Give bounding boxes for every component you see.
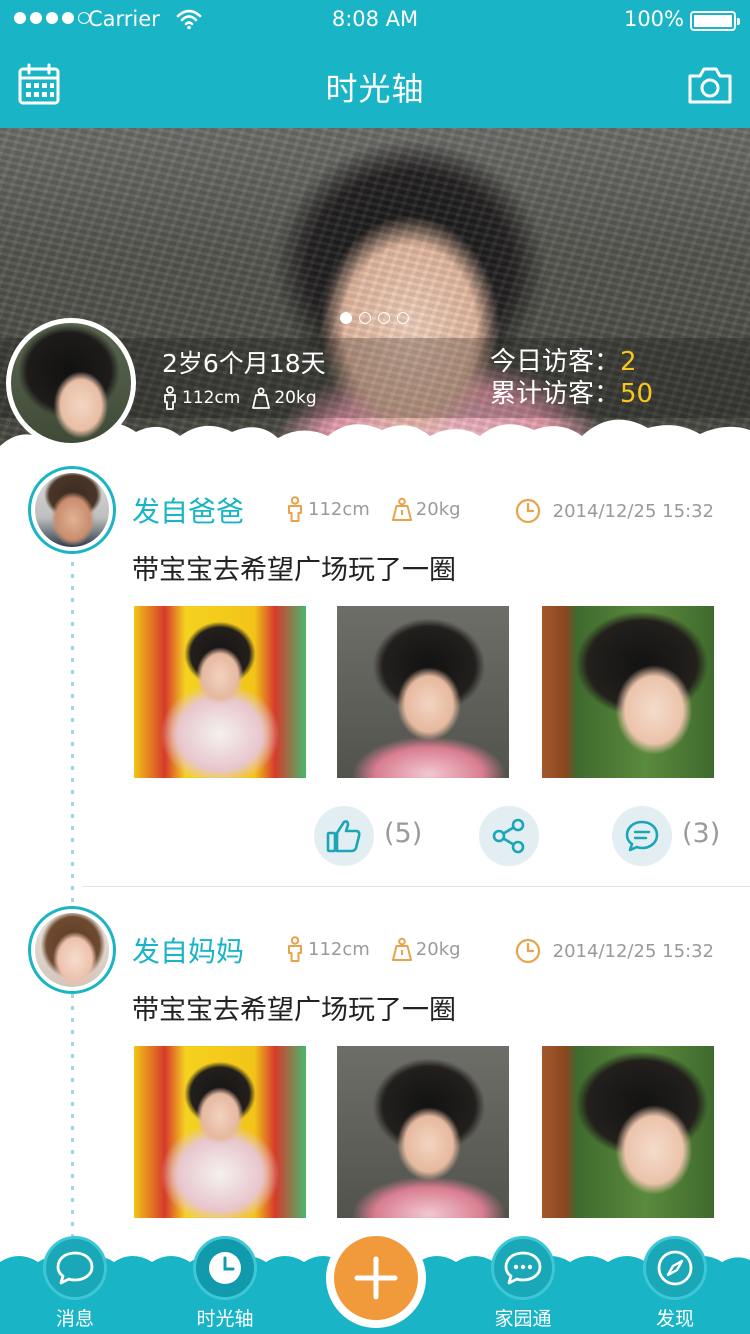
page-title: 时光轴 [325,70,425,108]
author-avatar[interactable] [28,466,116,554]
comment-button[interactable] [612,806,672,866]
post-photo[interactable] [337,606,509,778]
child-age: 2岁6个月18天 [162,349,326,378]
weight-icon [391,937,412,961]
weight-icon [391,497,412,521]
tab-label: 家园通 [494,1308,552,1330]
status-bar: Carrier 8:08 AM 100% [0,0,750,40]
clock-icon [515,498,540,524]
carousel-dot [397,312,409,324]
post-height: 112cm [308,938,370,960]
today-visitors: 今日访客：2 [490,347,637,377]
total-visitors: 累计访客：50 [490,379,654,409]
like-button[interactable] [314,806,374,866]
visitor-stats: 今日访客：2 累计访客：50 [490,346,653,410]
child-avatar-photo [11,323,131,443]
post-text: 带宝宝去希望广场玩了一圈 [132,995,456,1026]
carousel-indicator [340,312,409,324]
post-photo[interactable] [337,1046,509,1218]
carousel-dot [359,312,371,324]
post-date: 2014/12/25 15:32 [515,938,714,964]
tab-label: 消息 [55,1308,94,1330]
weight-icon [252,387,271,409]
child-stats: 112cm 20kg [162,386,329,410]
timeline-line [71,550,74,1240]
post-meta: 112cm 20kg [286,496,483,522]
like-count: (5) [384,818,423,849]
post-author: 发自爸爸 [132,495,245,528]
post-date: 2014/12/25 15:32 [515,498,714,524]
tab-label: 发现 [655,1308,694,1330]
carousel-dot [340,312,352,324]
tab-label: 时光轴 [196,1308,254,1330]
tab-discover[interactable]: 发现 [630,1236,720,1334]
message-icon [56,1251,94,1285]
tab-messages[interactable]: 消息 [30,1236,120,1334]
post-text: 带宝宝去希望广场玩了一圈 [132,555,456,586]
post-photo[interactable] [134,1046,306,1218]
tab-timeline[interactable]: 时光轴 [180,1236,270,1334]
post-photo[interactable] [542,1046,714,1218]
post-datetime: 2014/12/25 15:32 [552,940,714,962]
post-photo[interactable] [134,606,306,778]
clock-icon [209,1252,241,1284]
plus-icon [354,1256,398,1300]
camera-icon [688,67,732,104]
tab-home-school[interactable]: 家园通 [478,1236,568,1334]
top-bar: Carrier 8:08 AM 100% 时光轴 [0,0,750,128]
comment-icon [625,820,659,852]
battery-icon [690,11,740,31]
thumbs-up-icon [326,820,361,853]
height-icon [288,936,302,962]
child-weight: 20kg [274,388,317,408]
post-weight: 20kg [415,498,461,520]
carousel-dot [378,312,390,324]
post-actions: (5) (3) [0,806,750,870]
battery-percent: 100% [623,7,684,31]
author-avatar[interactable] [28,906,116,994]
camera-button[interactable] [686,62,734,108]
post-height: 112cm [308,498,370,520]
post-photo[interactable] [542,606,714,778]
post-photos [134,606,714,778]
child-avatar[interactable] [6,318,136,448]
post-datetime: 2014/12/25 15:32 [552,500,714,522]
height-icon [288,496,302,522]
share-button[interactable] [479,806,539,866]
compass-icon [657,1250,693,1286]
post-photos [134,1046,714,1218]
clock-icon [515,938,540,964]
post-meta: 112cm 20kg [286,936,483,962]
post-divider [82,886,750,887]
post-author: 发自妈妈 [132,935,245,968]
height-icon [164,386,176,410]
post-weight: 20kg [415,938,461,960]
child-height: 112cm [182,388,241,408]
share-icon [492,818,525,854]
add-post-button[interactable] [326,1228,426,1328]
chat-bubbles-icon [504,1251,542,1285]
comment-count: (3) [682,818,721,849]
